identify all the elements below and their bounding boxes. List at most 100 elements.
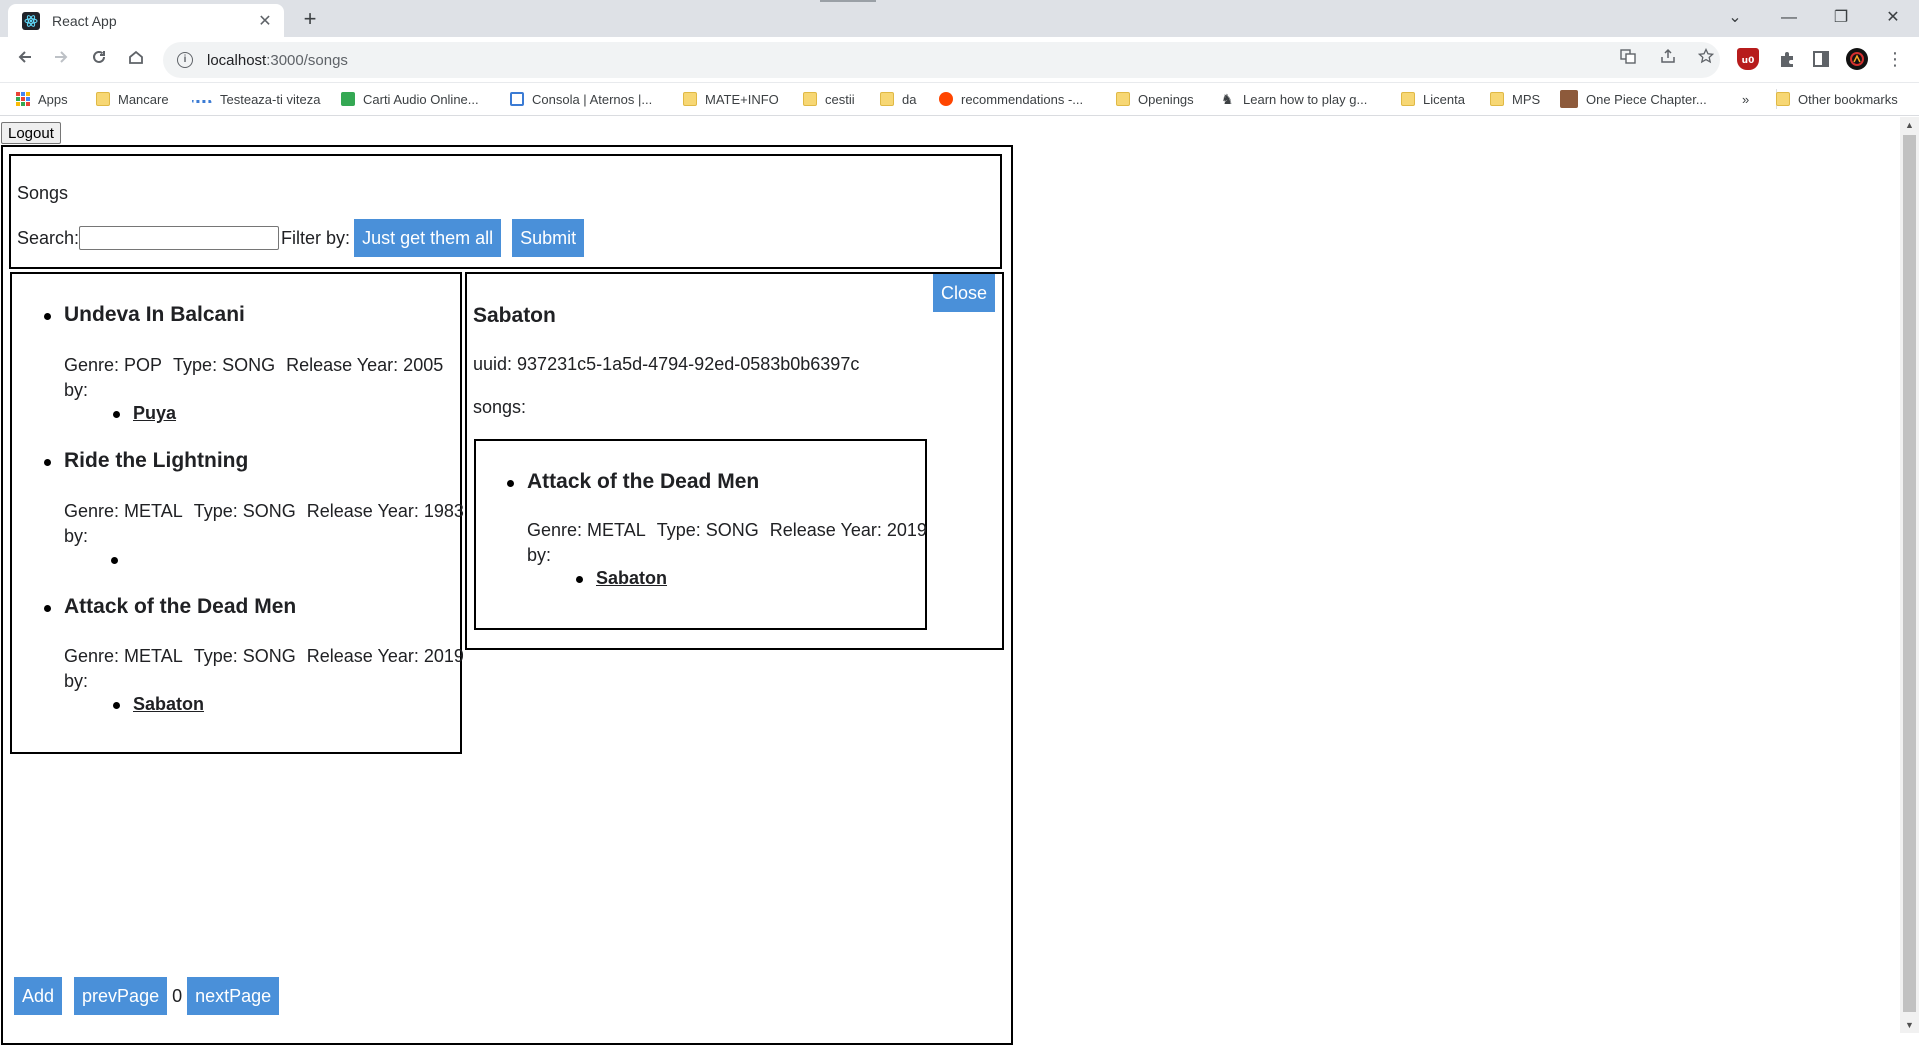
- logout-button[interactable]: Logout: [1, 122, 61, 144]
- list-bullet: [113, 702, 120, 709]
- artist-link-sabaton[interactable]: Sabaton: [133, 694, 204, 715]
- song-genre: Genre: METAL: [64, 501, 183, 521]
- prev-page-button[interactable]: prevPage: [74, 977, 168, 1015]
- menu-kebab-icon[interactable]: ⋮: [1884, 48, 1906, 70]
- scrollbar-thumb[interactable]: [1903, 135, 1916, 1012]
- song-year: Release Year: 2019: [769, 520, 927, 540]
- bookmark-carti-audio[interactable]: Carti Audio Online...: [341, 89, 479, 109]
- artist-link-puya[interactable]: Puya: [133, 403, 176, 424]
- bookmark-star-icon[interactable]: [1693, 42, 1719, 78]
- bookmark-mancare[interactable]: Mancare: [96, 89, 169, 109]
- song-type: Type: SONG: [173, 355, 276, 375]
- reload-icon[interactable]: [86, 47, 112, 73]
- extensions-puzzle-icon[interactable]: [1776, 48, 1798, 70]
- song-title[interactable]: Attack of the Dead Men: [527, 470, 759, 494]
- search-label: Search:: [17, 227, 80, 248]
- folder-icon: [803, 92, 817, 106]
- bookmark-aternos[interactable]: Consola | Aternos |...: [510, 89, 652, 109]
- bookmark-apps[interactable]: Apps: [16, 89, 68, 109]
- vertical-scrollbar[interactable]: ▲ ▼: [1900, 117, 1919, 1033]
- song-title[interactable]: Ride the Lightning: [64, 449, 248, 473]
- folder-icon: [880, 92, 894, 106]
- ublock-origin-icon[interactable]: u0: [1737, 48, 1759, 70]
- side-panel-icon[interactable]: [1810, 48, 1832, 70]
- bookmark-chess[interactable]: ♞ Learn how to play g...: [1221, 89, 1367, 109]
- song-title[interactable]: Undeva In Balcani: [64, 303, 245, 327]
- bookmark-label: Testeaza-ti viteza: [220, 91, 321, 107]
- by-label: by:: [527, 545, 552, 565]
- pagination-controls: Add prevPage 0 nextPage: [14, 977, 280, 1015]
- bookmark-mps[interactable]: MPS: [1490, 89, 1540, 109]
- site-info-icon[interactable]: i: [177, 52, 193, 68]
- svg-text:u0: u0: [1742, 56, 1755, 66]
- list-bullet: [113, 411, 120, 418]
- bookmark-licenta[interactable]: Licenta: [1401, 89, 1465, 109]
- by-label: by:: [64, 526, 89, 546]
- bookmark-label: Consola | Aternos |...: [532, 91, 653, 107]
- bookmark-label: Other bookmarks: [1798, 91, 1898, 107]
- submit-button[interactable]: Submit: [512, 219, 585, 257]
- scroll-down-arrow-icon[interactable]: ▼: [1900, 1017, 1919, 1033]
- bookmarks-bar: Apps Mancare Testeaza-ti viteza Carti Au…: [0, 83, 1919, 116]
- close-button[interactable]: Close: [933, 274, 996, 312]
- next-page-button[interactable]: nextPage: [187, 977, 280, 1015]
- song-year: Release Year: 1983: [306, 501, 464, 521]
- close-window-button[interactable]: ✕: [1870, 4, 1916, 32]
- scroll-up-arrow-icon[interactable]: ▲: [1900, 117, 1919, 133]
- tab-title: React App: [52, 12, 117, 29]
- search-row: Search: Filter by: Just get them all Sub…: [17, 219, 585, 257]
- drag-handle[interactable]: [820, 0, 876, 2]
- by-label: by:: [64, 671, 89, 691]
- song-genre: Genre: POP: [64, 355, 163, 375]
- bookmark-label: One Piece Chapter...: [1586, 91, 1707, 107]
- song-title[interactable]: Attack of the Dead Men: [64, 595, 296, 619]
- restore-button[interactable]: ❐: [1818, 4, 1864, 32]
- bookmark-label: Openings: [1138, 91, 1194, 107]
- aternos-icon: [510, 92, 524, 106]
- green-square-icon: [341, 92, 355, 106]
- bookmark-label: MPS: [1512, 91, 1541, 107]
- bookmark-label: MATE+INFO: [705, 91, 779, 107]
- bookmark-label: Apps: [38, 91, 68, 107]
- tab-close-icon[interactable]: ✕: [256, 11, 274, 31]
- react-logo-icon: [22, 11, 40, 30]
- list-bullet: [576, 576, 583, 583]
- song-type: Type: SONG: [656, 520, 759, 540]
- tab-search-icon[interactable]: ⌄: [1712, 4, 1758, 32]
- new-tab-button[interactable]: +: [298, 6, 322, 32]
- search-input[interactable]: [79, 226, 280, 250]
- share-icon[interactable]: [1655, 42, 1681, 78]
- bookmark-one-piece[interactable]: One Piece Chapter...: [1560, 89, 1707, 109]
- folder-icon: [683, 92, 697, 106]
- apps-grid-icon: [16, 92, 30, 106]
- bookmark-reddit[interactable]: recommendations -...: [939, 89, 1083, 109]
- artist-uuid: uuid: 937231c5-1a5d-4794-92ed-0583b0b639…: [473, 354, 860, 374]
- url-host: localhost: [207, 51, 267, 69]
- bookmark-cestii[interactable]: cestii: [803, 89, 855, 109]
- back-icon[interactable]: [12, 47, 38, 73]
- home-icon[interactable]: [123, 47, 149, 73]
- bookmark-label: Carti Audio Online...: [363, 91, 479, 107]
- bookmark-da[interactable]: da: [880, 89, 916, 109]
- bookmark-speedtest[interactable]: Testeaza-ti viteza: [192, 89, 320, 109]
- forward-icon[interactable]: [48, 47, 74, 73]
- other-bookmarks[interactable]: Other bookmarks: [1776, 89, 1898, 109]
- address-bar[interactable]: i localhost:3000/songs: [163, 42, 1720, 78]
- bookmarks-overflow-icon[interactable]: »: [1742, 89, 1749, 109]
- bookmark-label: Licenta: [1423, 91, 1465, 107]
- song-meta: Genre: METAL Type: SONG Release Year: 2019: [64, 646, 475, 667]
- bookmark-openings[interactable]: Openings: [1116, 89, 1194, 109]
- song-meta: Genre: METAL Type: SONG Release Year: 2019: [527, 520, 938, 541]
- translate-icon[interactable]: [1615, 42, 1641, 78]
- filter-all-button[interactable]: Just get them all: [354, 219, 502, 257]
- bookmark-mate-info[interactable]: MATE+INFO: [683, 89, 779, 109]
- reddit-icon: [939, 92, 953, 106]
- artist-songs-label: songs:: [473, 397, 527, 417]
- artist-link-sabaton[interactable]: Sabaton: [596, 568, 667, 589]
- list-bullet: [44, 605, 51, 612]
- minimize-button[interactable]: —: [1766, 4, 1812, 32]
- profile-avatar[interactable]: [1846, 48, 1868, 70]
- browser-tab[interactable]: React App ✕: [8, 4, 284, 37]
- bookmark-label: Learn how to play g...: [1243, 91, 1368, 107]
- add-button[interactable]: Add: [14, 977, 63, 1015]
